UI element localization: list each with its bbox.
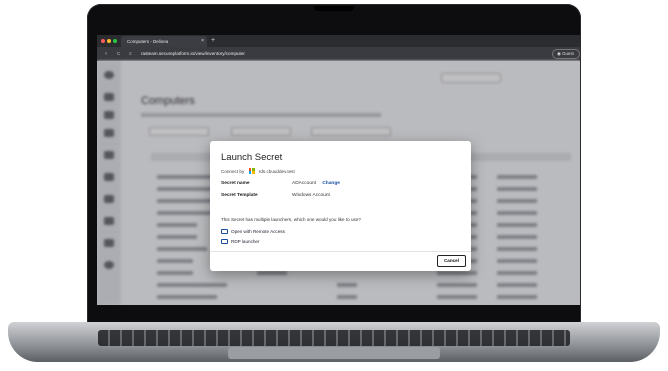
new-tab-button[interactable]: + [211, 35, 215, 47]
secret-template-label: Secret Template [221, 193, 258, 198]
screen: Computers - Delinea × + ‹ C ≡ rasteam.se… [97, 35, 580, 305]
reload-icon[interactable]: C [117, 49, 120, 59]
cancel-button[interactable]: Cancel [437, 255, 466, 267]
browser-tab[interactable]: Computers - Delinea × [121, 36, 207, 47]
connect-by: Connect by rds.cbuuddev.test [221, 168, 295, 175]
profile-button[interactable]: ◉ Guest [552, 49, 580, 59]
change-secret-link[interactable]: Change [322, 181, 340, 186]
browser-toolbar: ‹ C ≡ rasteam.secureplatform.io/view/inv… [97, 47, 580, 61]
trackpad [228, 347, 440, 359]
tab-close-icon[interactable]: × [201, 36, 204, 47]
launcher-label: Open with Remote Access [231, 229, 285, 234]
tab-title: Computers - Delinea [127, 39, 169, 44]
back-icon[interactable]: ‹ [105, 49, 107, 59]
secret-name-label: Secret name [221, 181, 250, 186]
secret-name-value: ADAccount [292, 181, 316, 186]
close-window-icon[interactable] [101, 39, 105, 43]
secret-name-value-row: ADAccount Change [292, 181, 340, 186]
minimize-window-icon[interactable] [107, 39, 111, 43]
launcher-question: This Secret has multiple launchers, whic… [221, 217, 361, 222]
keyboard [98, 330, 570, 346]
connect-by-label: Connect by [221, 169, 245, 175]
site-info-icon[interactable]: ≡ [129, 49, 132, 59]
monitor-icon [221, 239, 228, 245]
dialog-divider [210, 251, 471, 252]
address-bar[interactable]: rasteam.secureplatform.io/view/inventory… [141, 50, 245, 58]
launcher-remote-access[interactable]: Open with Remote Access [221, 229, 285, 235]
launch-secret-dialog: Launch Secret Connect by rds.cbuuddev.te… [210, 141, 471, 271]
profile-label: Guest [562, 51, 574, 56]
camera-notch [314, 6, 354, 11]
launcher-label: RDP launcher [231, 239, 260, 244]
maximize-window-icon[interactable] [113, 39, 117, 43]
browser-tab-bar: Computers - Delinea × + [97, 35, 580, 47]
secret-template-value: Windows Account [292, 193, 330, 198]
monitor-icon [221, 229, 228, 235]
windows-logo-icon [248, 168, 255, 174]
launcher-rdp[interactable]: RDP launcher [221, 239, 260, 245]
dialog-title: Launch Secret [221, 152, 283, 163]
connect-by-host: rds.cbuuddev.test [258, 169, 295, 175]
